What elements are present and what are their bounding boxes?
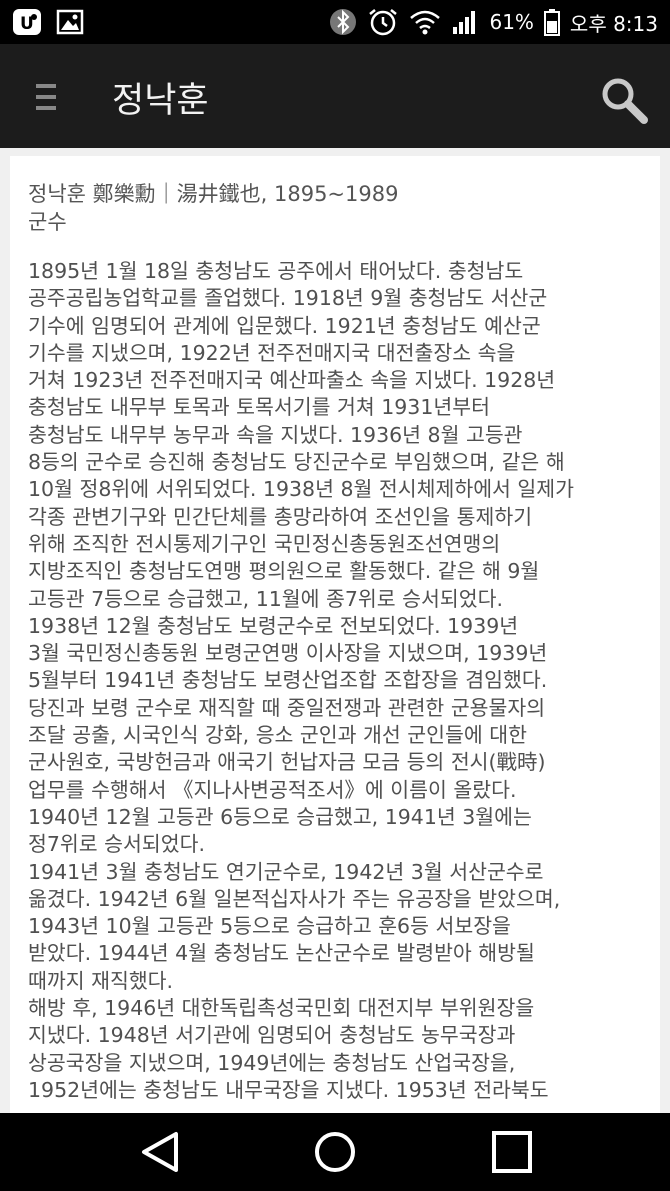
- body-line: 지방조직인 충청남도연맹 평의원으로 활동했다. 같은 해 9월: [28, 559, 540, 584]
- page-title: 정낙훈: [112, 81, 209, 121]
- body-line: 1895년 1월 18일 충청남도 공주에서 태어났다. 충청남도: [28, 259, 524, 283]
- body-line: 정7위로 승서되었다.: [28, 832, 205, 857]
- status-left: U: [12, 8, 84, 36]
- body-line: 위해 조직한 전시통제기구인 국민정신총동원조선연맹의: [28, 531, 501, 556]
- article-header: 정낙훈 鄭樂勳｜湯井鐵也, 1895~1989: [28, 182, 399, 206]
- body-line: 당진과 보령 군수로 재직할 때 중일전쟁과 관련한 군용물자의: [28, 695, 546, 720]
- body-line: 8등의 군수로 승진해 충청남도 당진군수로 부임했으며, 같은 해: [28, 450, 565, 475]
- body-line: 받았다. 1944년 4월 충청남도 논산군수로 발령받아 해방될: [28, 941, 535, 966]
- body-line: 거쳐 1923년 전주전매지국 예산파출소 속을 지냈다. 1928년: [28, 368, 556, 393]
- battery-icon: [543, 9, 560, 36]
- body-line: 1938년 12월 충청남도 보령군수로 전보되었다. 1939년: [28, 613, 519, 638]
- body-line: 10월 정8위에 서위되었다. 1938년 8월 전시체제하에서 일제가: [28, 477, 575, 502]
- status-right: 61% 오후 8:13: [329, 6, 658, 38]
- body-line: 기수를 지냈으며, 1922년 전주전매지국 대전출장소 속을: [28, 340, 516, 365]
- body-line: 업무를 수행해서 《지나사변공적조서》에 이름이 올랐다.: [28, 777, 517, 802]
- bluetooth-icon: [330, 9, 357, 35]
- article-card: 정낙훈 鄭樂勳｜湯井鐵也, 1895~1989 군수 1895년 1월 18일 …: [10, 156, 660, 1116]
- body-line: 각종 관변기구와 민간단체를 총망라하여 조선인을 통제하기: [28, 504, 533, 529]
- body-line: 충청남도 내무부 농무과 속을 지냈다. 1936년 8월 고등관: [28, 422, 523, 447]
- body-line: 1943년 10월 고등관 5등으로 승급하고 훈6등 서보장을: [28, 914, 511, 939]
- body-line: 상공국장을 지냈으며, 1949년에는 충청남도 산업국장을,: [28, 1050, 516, 1075]
- signal-icon: [453, 11, 476, 34]
- clock: 오후 8:13: [569, 11, 658, 36]
- body-line: 해방 후, 1946년 대한독립촉성국민회 대전지부 부위원장을: [28, 996, 535, 1021]
- body-line: 충청남도 내무부 토목과 토목서기를 거쳐 1931년부터: [28, 395, 490, 420]
- body-line: 군사원호, 국방헌금과 애국기 헌납자금 모금 등의 전시(戰時): [28, 750, 546, 775]
- body-line: 1940년 12월 고등관 6등으로 승급했고, 1941년 3월에는: [28, 804, 532, 829]
- body-line: 1952년에는 충청남도 내무국장을 지냈다. 1953년 전라북도: [28, 1077, 549, 1102]
- back-icon[interactable]: [134, 1129, 184, 1175]
- body-line: 고등관 7등으로 승급했고, 11월에 종7위로 승서되었다.: [28, 586, 503, 611]
- notification-app-icon: U: [13, 9, 41, 35]
- wifi-icon: [410, 10, 441, 35]
- body-line: 조달 공출, 시국인식 강화, 응소 군인과 개선 군인들에 대한: [28, 723, 527, 748]
- search-icon[interactable]: [596, 72, 652, 128]
- alarm-icon: [369, 9, 398, 36]
- article-body: 1895년 1월 18일 충청남도 공주에서 태어났다. 충청남도 공주공립농업…: [28, 258, 658, 1104]
- recents-icon[interactable]: [487, 1129, 537, 1175]
- hamburger-menu-icon[interactable]: [24, 78, 68, 116]
- body-line: 3월 국민정신총동원 보령군연맹 이사장을 지냈으며, 1939년: [28, 641, 548, 666]
- body-line: 1941년 3월 충청남도 연기군수로, 1942년 3월 서산군수로: [28, 859, 544, 884]
- app-bar: 정낙훈: [0, 44, 670, 148]
- body-line: 5월부터 1941년 충청남도 보령산업조합 조합장을 겸임했다.: [28, 668, 548, 693]
- body-line: 기수에 임명되어 관계에 입문했다. 1921년 충청남도 예산군: [28, 313, 541, 338]
- body-line: 지냈다. 1948년 서기관에 임명되어 충청남도 농무국장과: [28, 1023, 516, 1048]
- article-job: 군수: [28, 210, 67, 234]
- body-line: 공주공립농업학교를 졸업했다. 1918년 9월 충청남도 서산군: [28, 286, 548, 311]
- status-bar: U 61% 오후 8:13: [0, 0, 670, 44]
- battery-percent: 61%: [489, 10, 534, 34]
- gallery-icon: [56, 9, 84, 35]
- body-line: 때까지 재직했다.: [28, 968, 174, 993]
- body-line: 옮겼다. 1942년 6월 일본적십자사가 주는 유공장을 받았으며,: [28, 886, 561, 911]
- navigation-bar: [0, 1113, 670, 1191]
- home-icon[interactable]: [310, 1129, 360, 1175]
